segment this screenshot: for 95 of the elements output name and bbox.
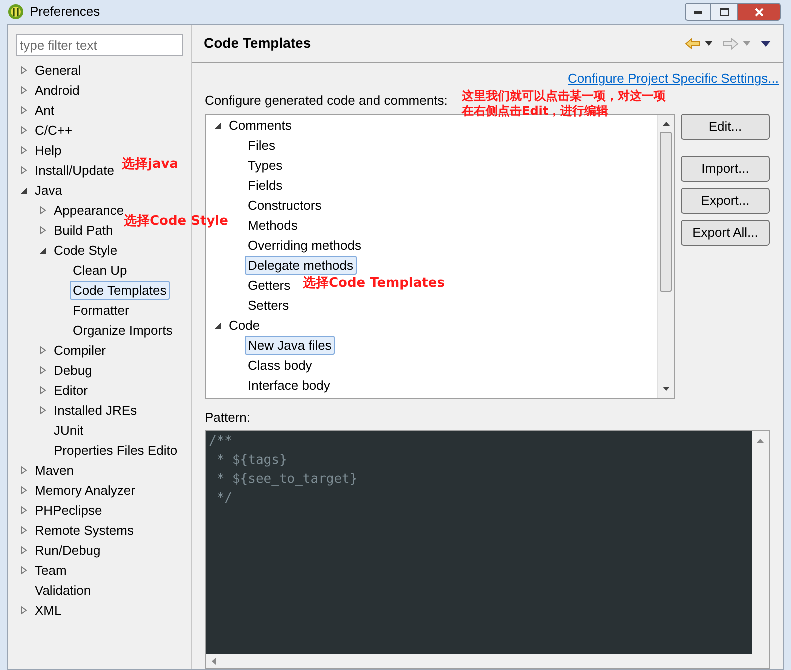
template-item[interactable]: Constructors	[245, 196, 325, 215]
minimize-icon	[694, 10, 702, 14]
tree-item[interactable]: JUnit	[51, 420, 87, 440]
tree-item[interactable]: Clean Up	[70, 260, 130, 280]
expand-icon[interactable]	[20, 486, 28, 494]
scroll-thumb[interactable]	[660, 132, 672, 292]
expand-icon[interactable]	[20, 86, 28, 94]
expand-icon[interactable]	[20, 526, 28, 534]
annotation-text: 选择Code Style	[124, 214, 228, 230]
template-item[interactable]: Files	[245, 136, 278, 155]
tree-item[interactable]: Remote Systems	[32, 520, 137, 540]
annotation-text: 选择java	[122, 157, 178, 173]
template-item[interactable]: Overriding methods	[245, 236, 364, 255]
expand-icon[interactable]	[20, 606, 28, 614]
template-item[interactable]: Getters	[245, 276, 294, 295]
template-item[interactable]: Types	[245, 156, 286, 175]
tree-item[interactable]: Compiler	[51, 340, 110, 360]
pattern-editor[interactable]: /** * ${tags} * ${see_to_target} */	[206, 431, 752, 654]
template-item[interactable]: Fields	[245, 176, 286, 195]
expand-icon[interactable]	[20, 466, 28, 474]
action-button[interactable]: Edit...	[681, 114, 770, 140]
expand-icon[interactable]	[20, 566, 28, 574]
tree-item[interactable]: Organize Imports	[70, 320, 176, 340]
annotation-text: 在右侧点击Edit，进行编辑	[462, 104, 609, 118]
scroll-up-icon[interactable]	[662, 122, 670, 126]
collapse-icon[interactable]	[39, 246, 47, 254]
tree-item[interactable]: PHPeclipse	[32, 500, 106, 520]
expand-icon[interactable]	[20, 106, 28, 114]
expand-icon[interactable]	[39, 366, 47, 374]
expand-icon[interactable]	[20, 146, 28, 154]
dropdown-icon[interactable]	[705, 41, 713, 46]
action-button[interactable]: Export All...	[681, 220, 770, 246]
window-title: Preferences	[30, 3, 100, 22]
templates-label: Configure generated code and comments:	[205, 93, 448, 108]
pattern-label: Pattern:	[205, 410, 251, 424]
tree-item[interactable]: Maven	[32, 460, 78, 480]
page-title: Code Templates	[204, 34, 312, 53]
action-button[interactable]: Import...	[681, 156, 770, 182]
tree-item[interactable]: Ant	[32, 100, 58, 120]
expand-icon[interactable]	[20, 66, 28, 74]
forward-arrow-icon[interactable]	[723, 38, 739, 50]
tree-item[interactable]: Team	[32, 560, 70, 580]
template-item[interactable]: New Java files	[245, 336, 335, 355]
filter-field[interactable]: type filter text	[16, 34, 183, 56]
tree-item[interactable]: Installed JREs	[51, 400, 140, 420]
expand-icon[interactable]	[39, 226, 47, 234]
tree-item[interactable]: XML	[32, 600, 65, 620]
template-item[interactable]: Setters	[245, 296, 292, 315]
tree-item[interactable]: Build Path	[51, 220, 116, 240]
tree-item[interactable]: Debug	[51, 360, 96, 380]
template-item[interactable]: Code	[226, 316, 264, 335]
maximize-button[interactable]	[711, 3, 737, 21]
expand-icon[interactable]	[39, 386, 47, 394]
tree-item[interactable]: Install/Update	[32, 160, 118, 180]
tree-item[interactable]: Properties Files Edito	[51, 440, 181, 460]
tree-item[interactable]: Memory Analyzer	[32, 480, 138, 500]
tree-item[interactable]: Help	[32, 140, 65, 160]
view-menu-icon[interactable]	[761, 40, 771, 46]
tree-item[interactable]: C/C++	[32, 120, 76, 140]
app-icon	[8, 4, 24, 20]
collapse-icon[interactable]	[20, 186, 28, 194]
annotation-text: 选择Code Templates	[303, 276, 445, 292]
template-item[interactable]: Comments	[226, 116, 295, 135]
template-item[interactable]: Delegate methods	[245, 256, 357, 275]
template-item[interactable]: Methods	[245, 216, 301, 235]
tree-item[interactable]: Run/Debug	[32, 540, 104, 560]
expand-icon[interactable]	[20, 506, 28, 514]
tree-item[interactable]: Java	[32, 180, 66, 200]
tree-item[interactable]: Formatter	[70, 300, 132, 320]
tree-item[interactable]: Android	[32, 80, 83, 100]
scroll-left-icon[interactable]	[212, 658, 216, 664]
collapse-icon[interactable]	[214, 121, 222, 130]
tree-item[interactable]: Validation	[32, 580, 94, 600]
expand-icon[interactable]	[20, 546, 28, 554]
tree-item[interactable]: General	[32, 60, 84, 80]
close-icon	[754, 8, 764, 16]
tree-item[interactable]: Code Style	[51, 240, 121, 260]
tree-item[interactable]: Code Templates	[70, 280, 170, 300]
scroll-down-icon[interactable]	[662, 386, 670, 390]
template-item[interactable]: Interface body	[245, 376, 334, 395]
project-settings-link[interactable]: Configure Project Specific Settings...	[568, 69, 779, 91]
expand-icon[interactable]	[20, 126, 28, 134]
tree-item[interactable]: Editor	[51, 380, 91, 400]
maximize-icon	[720, 8, 728, 16]
annotation-text: 这里我们就可以点击某一项，对这一项	[462, 89, 666, 103]
action-button[interactable]: Export...	[681, 188, 770, 214]
expand-icon[interactable]	[39, 406, 47, 414]
close-button[interactable]	[737, 3, 781, 21]
expand-icon[interactable]	[39, 346, 47, 354]
expand-icon[interactable]	[39, 206, 47, 214]
expand-icon[interactable]	[20, 166, 28, 174]
template-item[interactable]: Class body	[245, 356, 316, 375]
scrollbar[interactable]	[657, 114, 674, 398]
minimize-button[interactable]	[685, 3, 711, 21]
collapse-icon[interactable]	[214, 321, 222, 330]
